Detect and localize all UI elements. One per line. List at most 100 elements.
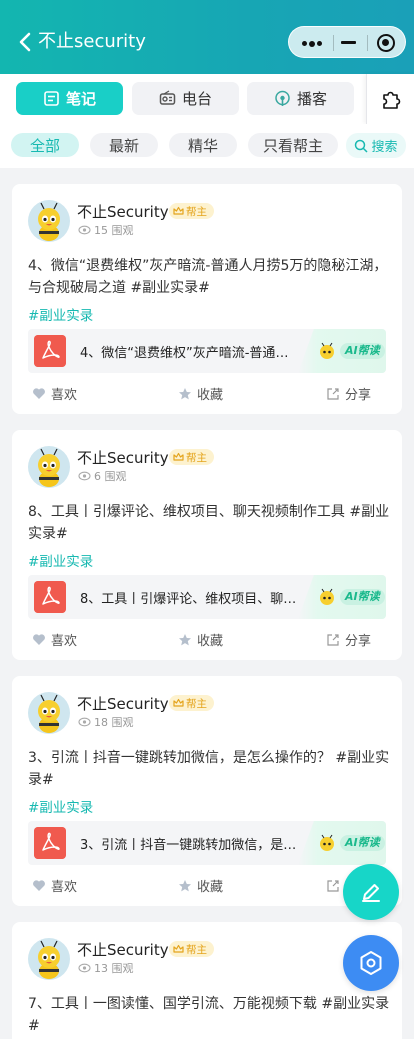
star-icon <box>179 387 191 399</box>
like-button[interactable]: 喜欢 <box>32 876 77 895</box>
radio-icon <box>159 90 176 105</box>
ai-read-button[interactable]: AI帮读 <box>298 575 386 619</box>
view-count-text: 15 围观 <box>94 224 134 237</box>
tab-radio[interactable]: 电台 <box>132 82 239 115</box>
page-title: 不止security <box>38 31 146 52</box>
pdf-attachment[interactable]: 3、引流丨抖音一键跳转加微信，是怎么操作的.pdf AI帮读 <box>28 821 386 865</box>
ai-read-label: AI帮读 <box>340 835 385 851</box>
author-name[interactable]: 不止Security <box>77 201 169 222</box>
bee-avatar <box>28 692 70 734</box>
like-button[interactable]: 喜欢 <box>32 630 77 649</box>
search-icon <box>355 139 369 153</box>
view-count: 15 围观 <box>78 222 134 238</box>
owner-badge: 帮主 <box>169 695 214 711</box>
heart-icon <box>33 880 45 891</box>
plugin-button[interactable] <box>366 74 414 124</box>
topic-tag[interactable]: #副业实录 <box>28 796 93 816</box>
owner-badge: 帮主 <box>169 941 214 957</box>
ai-read-label: AI帮读 <box>340 589 385 605</box>
view-count: 6 围观 <box>78 468 127 484</box>
badge-label: 帮主 <box>186 943 207 956</box>
post-text[interactable]: 3、引流丨抖音一键跳转加微信，是怎么操作的？ #副业实录# <box>28 747 390 791</box>
post-actions: 喜欢 收藏 分享 <box>12 384 402 408</box>
capsule-divider <box>333 35 334 51</box>
crown-icon <box>173 944 184 953</box>
collect-label: 收藏 <box>197 388 224 403</box>
file-name: 8、工具丨引爆评论、维权项目、聊天视频制作工具.pdf <box>80 592 300 607</box>
like-button[interactable]: 喜欢 <box>32 384 77 403</box>
owner-badge: 帮主 <box>169 203 214 219</box>
pdf-attachment[interactable]: 4、微信“退费维权”灰产暗流-普通人月捞5万的隐秘江湖，与合规破局之道.pdf … <box>28 329 386 373</box>
badge-label: 帮主 <box>186 205 207 218</box>
settings-button[interactable] <box>343 935 399 991</box>
eye-icon <box>78 225 91 235</box>
more-dots-icon[interactable] <box>302 40 322 47</box>
pencil-icon <box>362 884 380 902</box>
crown-icon <box>173 206 184 215</box>
collect-label: 收藏 <box>197 880 224 895</box>
tab-podcast[interactable]: 播客 <box>247 82 354 115</box>
author-name[interactable]: 不止Security <box>77 693 169 714</box>
post-text[interactable]: 7、工具丨一图读懂、国学引流、万能视频下载 #副业实录# <box>28 993 390 1037</box>
view-count-text: 13 围观 <box>94 962 134 975</box>
new-post-button[interactable] <box>343 864 399 920</box>
filter-all[interactable]: 全部 <box>11 133 79 157</box>
search-label: 搜索 <box>371 140 398 155</box>
bee-avatar <box>28 200 70 242</box>
ai-read-button[interactable]: AI帮读 <box>298 329 386 373</box>
bee-face-icon <box>320 342 334 359</box>
share-label: 分享 <box>345 388 372 403</box>
post-text[interactable]: 4、微信“退费维权”灰产暗流-普通人月捞5万的隐秘江湖，与合规破局之道 #副业实… <box>28 255 390 299</box>
tab-notes[interactable]: 笔记 <box>16 82 123 115</box>
collect-button[interactable]: 收藏 <box>178 876 223 895</box>
close-circle-icon[interactable] <box>377 34 395 52</box>
tab-label: 电台 <box>181 90 212 108</box>
back-arrow-icon[interactable] <box>16 30 36 54</box>
pdf-file-icon <box>34 827 66 859</box>
badge-label: 帮主 <box>186 697 207 710</box>
eye-icon <box>78 717 91 727</box>
note-icon <box>44 91 59 106</box>
ai-read-button[interactable]: AI帮读 <box>298 821 386 865</box>
bee-avatar <box>28 446 70 488</box>
hexagon-settings-icon <box>360 951 382 975</box>
like-label: 喜欢 <box>51 634 78 649</box>
share-icon <box>327 634 339 646</box>
author-name[interactable]: 不止Security <box>77 939 169 960</box>
ai-read-label: AI帮读 <box>340 343 385 359</box>
author-name[interactable]: 不止Security <box>77 447 169 468</box>
filter-featured[interactable]: 精华 <box>169 133 237 157</box>
post-card[interactable]: 不止Security 帮主 15 围观 4、微信“退费维权”灰产暗流-普通人月捞… <box>12 184 402 414</box>
content-tabs: 笔记 电台 播客 <box>0 74 414 124</box>
puzzle-icon <box>382 91 400 109</box>
minimize-icon[interactable] <box>341 41 356 44</box>
podcast-icon <box>275 90 290 106</box>
collect-button[interactable]: 收藏 <box>178 384 223 403</box>
post-card[interactable]: 不止Security 帮主 6 围观 8、工具丨引爆评论、维权项目、聊天视频制作… <box>12 430 402 660</box>
bee-face-icon <box>320 588 334 605</box>
collect-button[interactable]: 收藏 <box>178 630 223 649</box>
share-button[interactable]: 分享 <box>326 630 371 649</box>
nav-header: 不止security <box>0 0 414 74</box>
heart-icon <box>33 388 45 399</box>
filter-owner-only[interactable]: 只看帮主 <box>248 133 338 157</box>
topic-tag[interactable]: #副业实录 <box>28 304 93 324</box>
view-count-text: 18 围观 <box>94 716 134 729</box>
filter-latest[interactable]: 最新 <box>90 133 158 157</box>
post-card[interactable]: 不止Security 帮主 18 围观 3、引流丨抖音一键跳转加微信，是怎么操作… <box>12 676 402 906</box>
topic-tag[interactable]: #副业实录 <box>28 550 93 570</box>
star-icon <box>179 633 191 645</box>
filter-bar: 全部 最新 精华 只看帮主 搜索 <box>0 124 414 168</box>
post-card[interactable]: 不止Security 帮主 13 围观 7、工具丨一图读懂、国学引流、万能视频下… <box>12 922 402 1039</box>
eye-icon <box>78 471 91 481</box>
view-count: 18 围观 <box>78 714 134 730</box>
search-button[interactable]: 搜索 <box>346 133 406 158</box>
bee-face-icon <box>320 834 334 851</box>
view-count-text: 6 围观 <box>94 470 127 483</box>
crown-icon <box>173 452 184 461</box>
post-text[interactable]: 8、工具丨引爆评论、维权项目、聊天视频制作工具 #副业实录# <box>28 501 390 545</box>
like-label: 喜欢 <box>51 388 78 403</box>
share-button[interactable]: 分享 <box>326 384 371 403</box>
post-actions: 喜欢 收藏 分享 <box>12 630 402 654</box>
pdf-attachment[interactable]: 8、工具丨引爆评论、维权项目、聊天视频制作工具.pdf AI帮读 <box>28 575 386 619</box>
